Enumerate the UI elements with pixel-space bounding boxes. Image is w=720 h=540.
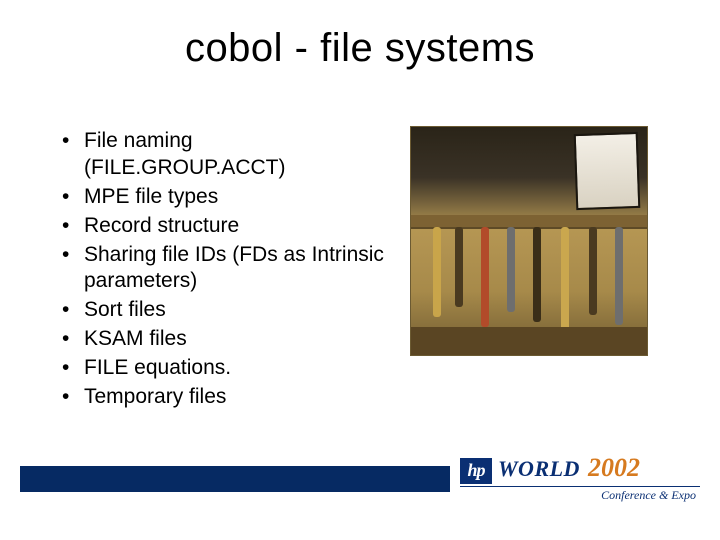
slide-title: cobol - file systems xyxy=(0,26,720,71)
bullet-item: File naming (FILE.GROUP.ACCT) xyxy=(62,128,392,182)
logo-year-text: 2002 xyxy=(588,453,640,483)
bullet-item: Temporary files xyxy=(62,384,392,411)
photo-portrait-frame xyxy=(574,132,641,210)
bullet-item: Sharing file IDs (FDs as Intrinsic param… xyxy=(62,242,392,296)
bullet-item: FILE equations. xyxy=(62,355,392,382)
slide: cobol - file systems File naming (FILE.G… xyxy=(0,0,720,540)
photo-tool xyxy=(589,227,597,315)
bullet-item: Record structure xyxy=(62,213,392,240)
bullet-item: Sort files xyxy=(62,297,392,324)
footer-bar xyxy=(20,466,450,492)
slide-image xyxy=(410,126,648,356)
photo-tool xyxy=(455,227,463,307)
bullet-list: File naming (FILE.GROUP.ACCT) MPE file t… xyxy=(62,128,392,413)
photo-shelf xyxy=(411,215,647,227)
logo-top-row: hp WORLD 2002 xyxy=(460,453,640,485)
photo-tool xyxy=(615,227,623,325)
footer: hp WORLD 2002 Conference & Expo xyxy=(20,452,700,504)
photo-tool xyxy=(481,227,489,327)
logo-world-text: WORLD xyxy=(498,456,580,482)
photo-bench xyxy=(411,327,647,356)
logo-tagline: Conference & Expo xyxy=(460,486,700,503)
bullet-item: MPE file types xyxy=(62,184,392,211)
photo-tool xyxy=(533,227,541,322)
photo-tool xyxy=(433,227,441,317)
photo-tool xyxy=(561,227,569,332)
footer-logo: hp WORLD 2002 Conference & Expo xyxy=(460,446,700,510)
photo-tool xyxy=(507,227,515,312)
bullet-item: KSAM files xyxy=(62,326,392,353)
hp-logo-icon: hp xyxy=(460,458,492,484)
